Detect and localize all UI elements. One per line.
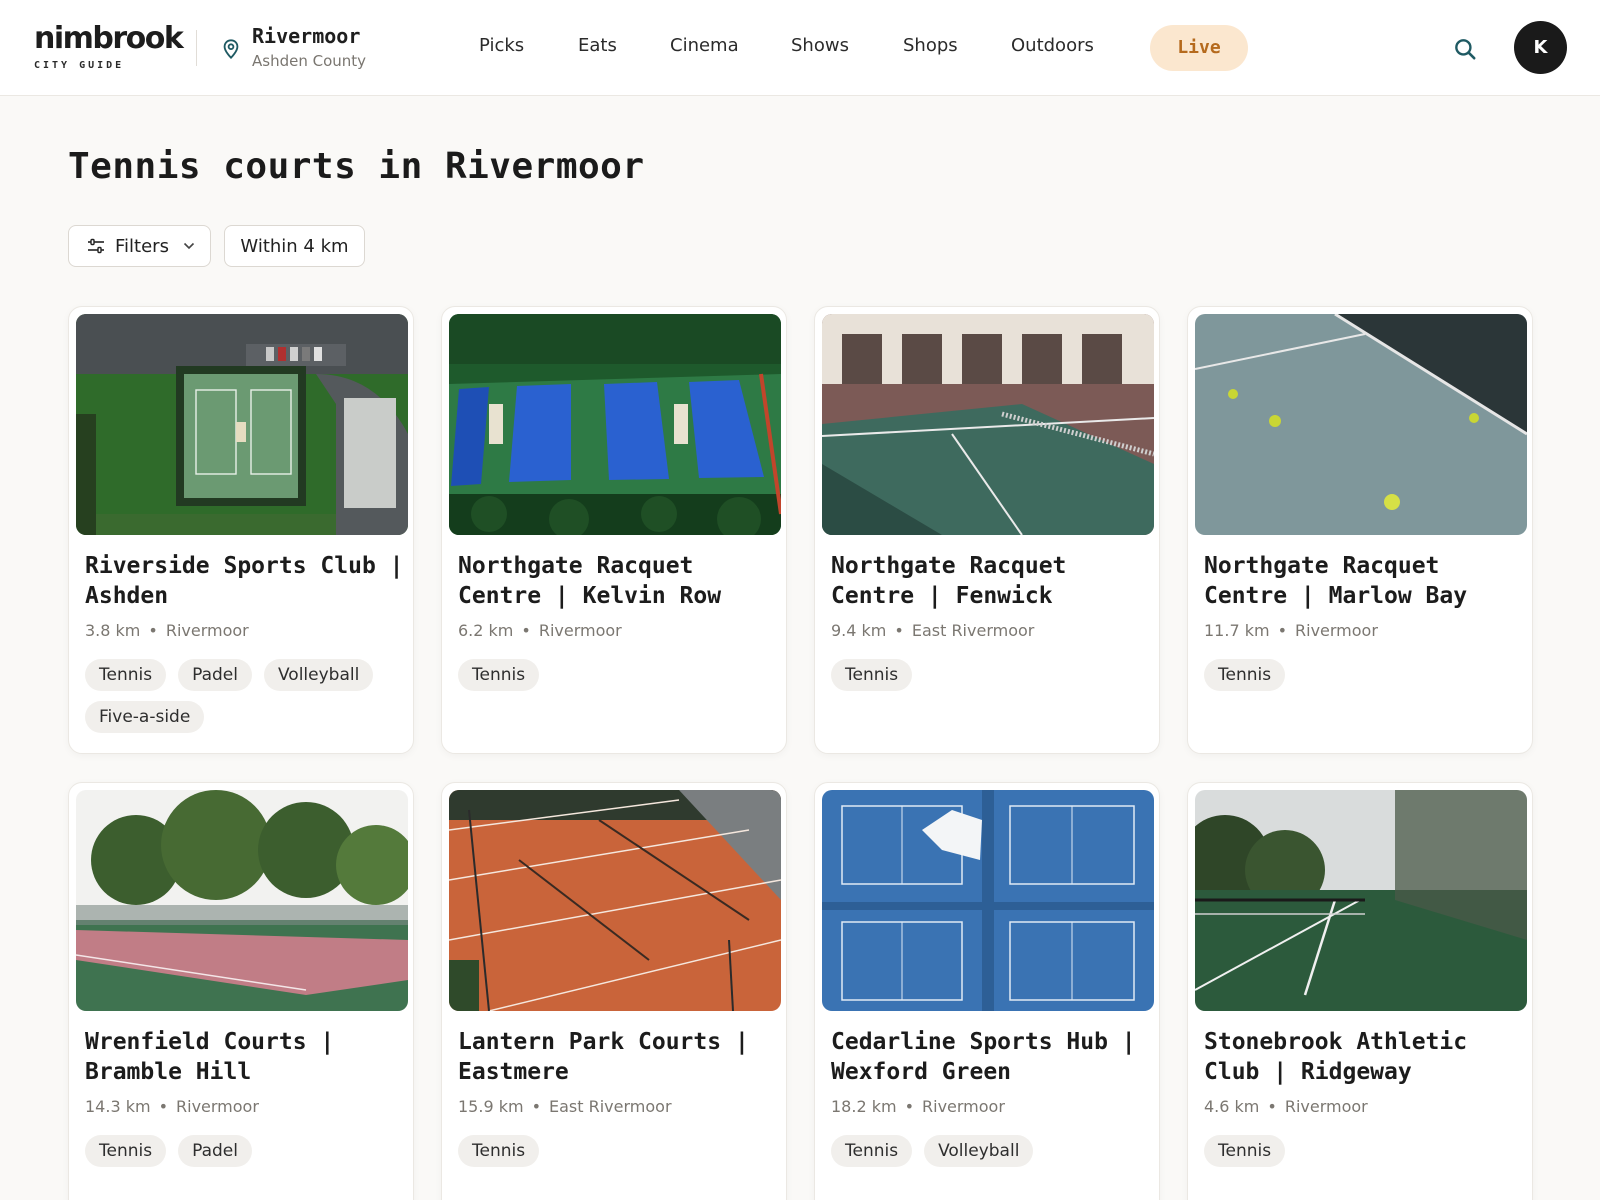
venue-meta: 15.9 km • East Rivermoor: [458, 1097, 672, 1116]
venue-meta: 11.7 km • Rivermoor: [1204, 621, 1378, 640]
venue-photo: [76, 790, 408, 1011]
venue-name[interactable]: Riverside Sports Club | Ashden: [85, 551, 405, 611]
nav-picks[interactable]: Picks: [479, 35, 524, 56]
venue-tags: Tennis: [458, 1135, 778, 1167]
venue-meta: 4.6 km • Rivermoor: [1204, 1097, 1368, 1116]
venue-meta: 3.8 km • Rivermoor: [85, 621, 249, 640]
venue-area: East Rivermoor: [911, 621, 1035, 640]
venue-area: East Rivermoor: [549, 1097, 672, 1116]
venue-photo: [1195, 790, 1527, 1011]
venue-area: Rivermoor: [1295, 621, 1378, 640]
sport-tag[interactable]: Tennis: [1204, 1135, 1286, 1167]
nav-shops[interactable]: Shops: [903, 35, 958, 56]
nav-eats[interactable]: Eats: [578, 35, 617, 56]
venue-name[interactable]: Cedarline Sports Hub | Wexford Green: [831, 1027, 1151, 1087]
nav-live-label: Live: [1177, 37, 1221, 58]
chevron-down-icon: [183, 242, 195, 250]
venue-card[interactable]: Northgate Racquet Centre | Fenwick 9.4 k…: [814, 306, 1160, 754]
sport-tag[interactable]: Tennis: [831, 1135, 913, 1167]
sport-tag[interactable]: Padel: [178, 659, 252, 691]
venue-meta: 14.3 km • Rivermoor: [85, 1097, 259, 1116]
top-bar: nimbrook CITY GUIDE Rivermoor Ashden Cou…: [0, 0, 1600, 96]
venue-tags: Tennis: [458, 659, 778, 691]
venue-distance: 14.3 km: [85, 1097, 151, 1116]
venue-card[interactable]: Riverside Sports Club | Ashden 3.8 km • Ri…: [68, 306, 414, 754]
venue-name[interactable]: Northgate Racquet Centre | Fenwick: [831, 551, 1151, 611]
venue-photo: [1195, 314, 1527, 535]
venue-distance: 11.7 km: [1204, 621, 1270, 640]
venue-distance: 3.8 km: [85, 621, 141, 640]
venue-tags: Tennis: [1204, 1135, 1524, 1167]
sport-tag[interactable]: Volleyball: [924, 1135, 1034, 1167]
venue-tags: Tennis: [1204, 659, 1524, 691]
venue-photo: [449, 314, 781, 535]
venue-area: Rivermoor: [922, 1097, 1005, 1116]
filters-label: Filters: [115, 235, 169, 257]
venue-name[interactable]: Wrenfield Courts | Bramble Hill: [85, 1027, 405, 1087]
main-nav: Picks Eats Cinema Shows Shops Outdoors L…: [0, 0, 1600, 96]
venue-card[interactable]: Wrenfield Courts | Bramble Hill 14.3 km •…: [68, 782, 414, 1200]
sport-tag[interactable]: Five-a-side: [85, 701, 205, 733]
venue-area: Rivermoor: [538, 621, 622, 640]
venue-name[interactable]: Northgate Racquet Centre | Marlow Bay: [1204, 551, 1524, 611]
venue-meta: 18.2 km • Rivermoor: [831, 1097, 1005, 1116]
venue-tags: Tennis: [831, 659, 1151, 691]
radius-chip[interactable]: Within 4 km: [224, 225, 365, 267]
venue-name[interactable]: Lantern Park Courts | Eastmere: [458, 1027, 778, 1087]
nav-live-button[interactable]: Live: [1150, 25, 1248, 71]
venue-area: Rivermoor: [1284, 1097, 1368, 1116]
sport-tag[interactable]: Tennis: [458, 1135, 540, 1167]
venue-tags: Tennis Padel Volleyball Five-a-side: [85, 659, 405, 733]
sport-tag[interactable]: Tennis: [458, 659, 540, 691]
search-icon[interactable]: [1452, 36, 1478, 62]
user-avatar[interactable]: K: [1514, 21, 1567, 74]
sport-tag[interactable]: Tennis: [1204, 659, 1286, 691]
venue-distance: 9.4 km: [831, 621, 887, 640]
venue-distance: 4.6 km: [1204, 1097, 1260, 1116]
nav-cinema[interactable]: Cinema: [670, 35, 739, 56]
venue-distance: 15.9 km: [458, 1097, 524, 1116]
radius-label: Within 4 km: [240, 235, 349, 257]
venue-tags: Tennis Padel: [85, 1135, 405, 1167]
nav-outdoors[interactable]: Outdoors: [1011, 35, 1094, 56]
venue-area: Rivermoor: [165, 621, 249, 640]
venue-card[interactable]: Northgate Racquet Centre | Marlow Bay 11…: [1187, 306, 1533, 754]
venue-distance: 6.2 km: [458, 621, 514, 640]
venue-name[interactable]: Northgate Racquet Centre | Kelvin Row: [458, 551, 778, 611]
venue-card[interactable]: Northgate Racquet Centre | Kelvin Row 6.…: [441, 306, 787, 754]
sport-tag[interactable]: Tennis: [831, 659, 913, 691]
venue-name[interactable]: Stonebrook Athletic Club | Ridgeway: [1204, 1027, 1524, 1087]
venue-card[interactable]: Stonebrook Athletic Club | Ridgeway 4.6 …: [1187, 782, 1533, 1200]
page-title: Tennis courts in Rivermoor: [68, 146, 645, 187]
sport-tag[interactable]: Tennis: [85, 659, 167, 691]
filters-button[interactable]: Filters: [68, 225, 211, 267]
venue-photo: [822, 314, 1154, 535]
venue-distance: 18.2 km: [831, 1097, 897, 1116]
venue-tags: Tennis Volleyball: [831, 1135, 1151, 1167]
sport-tag[interactable]: Volleyball: [263, 659, 374, 691]
venue-photo: [76, 314, 408, 535]
sport-tag[interactable]: Tennis: [85, 1135, 167, 1167]
venue-meta: 6.2 km • Rivermoor: [458, 621, 622, 640]
venue-card[interactable]: Cedarline Sports Hub | Wexford Green 18.…: [814, 782, 1160, 1200]
sliders-icon: [88, 238, 104, 254]
venue-meta: 9.4 km • East Rivermoor: [831, 621, 1035, 640]
venue-card[interactable]: Lantern Park Courts | Eastmere 15.9 km • E…: [441, 782, 787, 1200]
nav-shows[interactable]: Shows: [791, 35, 849, 56]
venue-photo: [449, 790, 781, 1011]
venue-photo: [822, 790, 1154, 1011]
sport-tag[interactable]: Padel: [178, 1135, 252, 1167]
venue-area: Rivermoor: [176, 1097, 259, 1116]
